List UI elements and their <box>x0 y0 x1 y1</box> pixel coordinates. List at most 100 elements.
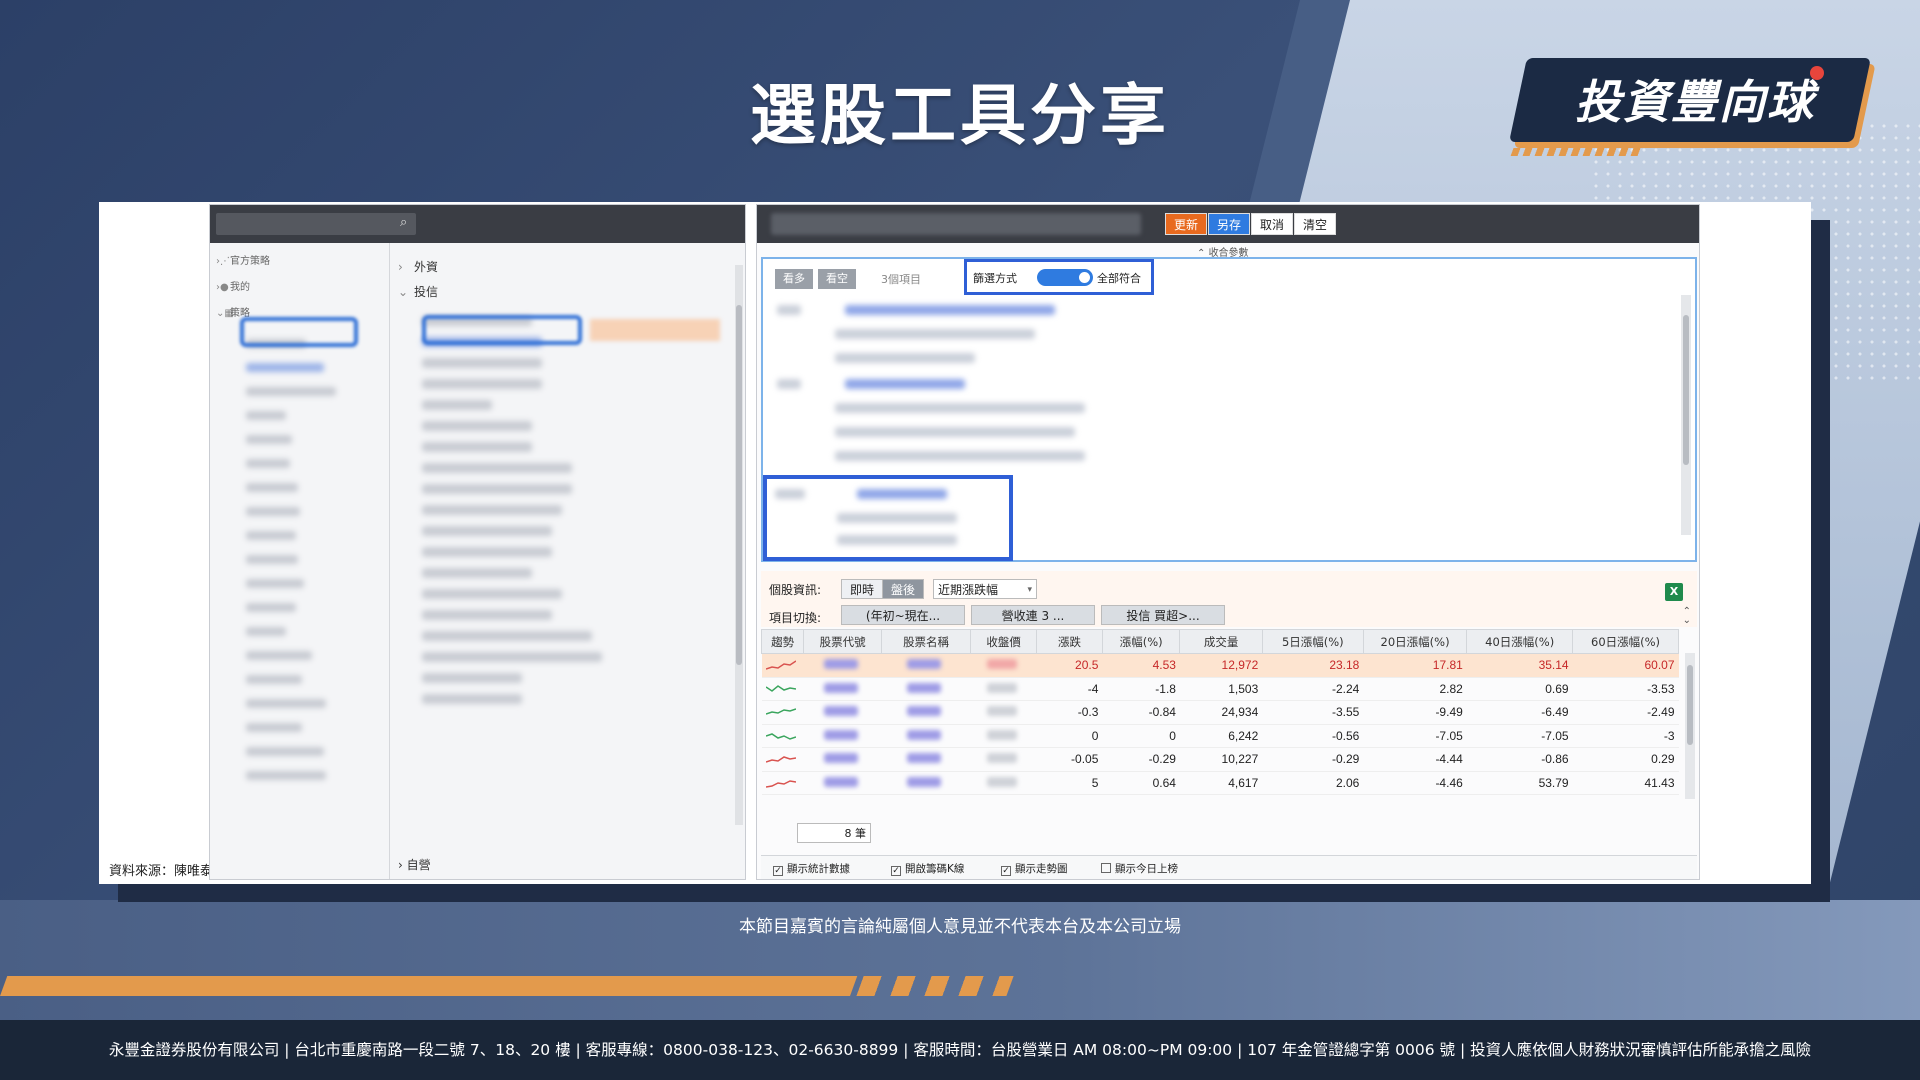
orange-accent-bar <box>0 976 858 996</box>
tree-item-official[interactable]: ›⋰官方策略 <box>210 249 389 275</box>
result-count: 8 筆 <box>797 823 871 843</box>
orange-accent-dashes <box>856 976 1014 996</box>
chevron-down-icon: ⌄ <box>398 285 409 299</box>
logo-dot-icon <box>1810 66 1824 80</box>
realtime-tab[interactable]: 即時 <box>841 579 884 599</box>
checkbox-unchecked-icon <box>1101 863 1111 873</box>
close-price <box>970 653 1037 678</box>
search-icon[interactable]: ⌕ <box>400 215 407 230</box>
share-icon: ›⋰ <box>216 256 230 267</box>
table-row[interactable]: -4 -1.8 1,503 -2.24 2.82 0.69 -3.53 <box>761 677 1679 701</box>
show-stats-checkbox[interactable]: ✓ 顯示統計數據 <box>773 861 850 876</box>
close-price <box>970 677 1037 701</box>
filter-mode-label: 篩選方式 <box>973 272 1017 285</box>
stock-code <box>803 677 882 701</box>
trend-sparkline <box>761 653 804 678</box>
switch-ytd-button[interactable]: (年初~現在... <box>841 605 965 625</box>
table-row[interactable]: -0.3 -0.84 24,934 -3.55 -9.49 -6.49 -2.4… <box>761 700 1679 725</box>
table-header-row: 趨勢 股票代號 股票名稱 收盤價 漲跌 漲幅(%) 成交量 5日漲幅(%) 20… <box>760 629 1679 654</box>
switch-trust-buy-button[interactable]: 投信 買超>... <box>1101 605 1225 625</box>
expand-collapse-icon[interactable]: ⌃ ⌄ <box>1683 607 1691 626</box>
trend-sparkline <box>761 747 804 772</box>
filter-mode-toggle[interactable] <box>1037 269 1093 286</box>
table-row[interactable]: 5 0.64 4,617 2.06 -4.46 53.79 41.43 <box>761 771 1679 795</box>
stock-name <box>881 700 971 725</box>
clear-button[interactable]: 清空 <box>1294 213 1337 235</box>
bullish-pill[interactable]: 看多 <box>775 269 813 289</box>
col-20d[interactable]: 20日漲幅(%) <box>1362 629 1468 654</box>
col-60d[interactable]: 60日漲幅(%) <box>1572 629 1679 654</box>
screener-panel: 更新 另存 取消 清空 ⌃ 收合參數 看多 看空 3個項目 篩選方式 全部符合 <box>756 204 1700 880</box>
group-dealer[interactable]: › 自營 <box>398 856 431 873</box>
selected-strategy-item-highlight <box>422 315 582 345</box>
checkbox-checked-icon: ✓ <box>773 866 783 876</box>
trend-sparkline <box>761 724 804 748</box>
show-trend-checkbox[interactable]: ✓ 顯示走勢圖 <box>1001 861 1068 876</box>
stock-name <box>881 653 971 678</box>
stock-code <box>803 700 882 725</box>
chip-kline-checkbox[interactable]: ✓ 開啟籌碼K線 <box>891 861 964 876</box>
table-row[interactable]: 0 0 6,242 -0.56 -7.05 -7.05 -3 <box>761 724 1679 748</box>
col-volume[interactable]: 成交量 <box>1179 629 1263 654</box>
show-today-checkbox[interactable]: 顯示今日上榜 <box>1101 861 1178 876</box>
save-as-button[interactable]: 另存 <box>1208 213 1251 235</box>
logo-text: 投資豐向球 <box>1575 75 1815 129</box>
item-switch-label: 項目切換: <box>769 611 822 625</box>
selected-strategy-highlight <box>240 317 358 347</box>
grid-icon: ⌄▦ <box>216 308 234 319</box>
stock-name <box>881 677 971 701</box>
cancel-button[interactable]: 取消 <box>1251 213 1294 235</box>
logo-dashes <box>1510 148 1644 156</box>
chevron-right-icon: › <box>398 260 403 274</box>
stock-name <box>881 771 971 795</box>
col-pct[interactable]: 漲幅(%) <box>1101 629 1181 654</box>
results-table: 趨勢 股票代號 股票名稱 收盤價 漲跌 漲幅(%) 成交量 5日漲幅(%) 20… <box>760 629 1679 795</box>
item-count: 3個項目 <box>881 273 921 286</box>
tree-item-mine[interactable]: ›●我的 <box>210 275 389 301</box>
strategy-search-input[interactable] <box>216 213 416 235</box>
close-price <box>970 771 1037 795</box>
table-row[interactable]: 20.5 4.53 12,972 23.18 17.81 35.14 60.07 <box>761 653 1679 678</box>
period-dropdown[interactable]: 近期漲跌幅 ▾ <box>933 579 1037 599</box>
switch-revenue-button[interactable]: 營收連 3 ... <box>971 605 1095 625</box>
filter-mode-value: 全部符合 <box>1097 272 1141 285</box>
strategy-name-blurred <box>771 213 1141 235</box>
bearish-pill[interactable]: 看空 <box>818 269 856 289</box>
disclaimer: 本節目嘉賓的言論純屬個人意見並不代表本台及本公司立場 <box>739 917 1181 937</box>
stock-code <box>803 653 882 678</box>
conditions-area: 看多 看空 3個項目 篩選方式 全部符合 <box>761 257 1697 562</box>
footer-info: 永豐金證券股份有限公司 | 台北市重慶南路一段二號 7、18、20 樓 | 客服… <box>0 1020 1920 1080</box>
chevron-right-icon: › <box>398 858 403 872</box>
group-foreign[interactable]: › 外資 <box>392 255 735 280</box>
user-icon: ›● <box>216 282 229 293</box>
left-scrollbar[interactable] <box>735 265 743 825</box>
checkbox-checked-icon: ✓ <box>1001 866 1011 876</box>
col-40d[interactable]: 40日漲幅(%) <box>1466 629 1574 654</box>
stock-code <box>803 771 882 795</box>
stock-info-label: 個股資訊: <box>769 583 822 597</box>
trend-sparkline <box>761 700 804 725</box>
stock-name <box>881 747 971 772</box>
excel-export-icon[interactable]: X <box>1665 583 1683 601</box>
col-code[interactable]: 股票代號 <box>803 629 882 654</box>
col-name[interactable]: 股票名稱 <box>880 629 972 654</box>
group-trust[interactable]: ⌄ 投信 <box>392 280 735 305</box>
table-scrollbar[interactable] <box>1685 653 1695 799</box>
stock-code <box>803 724 882 748</box>
checkbox-checked-icon: ✓ <box>891 866 901 876</box>
update-button[interactable]: 更新 <box>1165 213 1208 235</box>
close-price <box>970 700 1037 725</box>
conditions-scrollbar[interactable] <box>1681 295 1691 535</box>
col-close[interactable]: 收盤價 <box>970 629 1038 654</box>
after-hours-tab[interactable]: 盤後 <box>882 579 925 599</box>
stock-code <box>803 747 882 772</box>
display-options: ✓ 顯示統計數據 ✓ 開啟籌碼K線 ✓ 顯示走勢圖 顯示今日上榜 <box>761 855 1697 879</box>
col-change[interactable]: 漲跌 <box>1036 629 1103 654</box>
trend-sparkline <box>761 677 804 701</box>
chevron-down-icon: ▾ <box>1027 585 1032 595</box>
col-5d[interactable]: 5日漲幅(%) <box>1261 629 1364 654</box>
table-row[interactable]: -0.05 -0.29 10,227 -0.29 -4.44 -0.86 0.2… <box>761 747 1679 772</box>
col-trend[interactable]: 趨勢 <box>760 629 805 654</box>
screenshot-frame: 資料來源：陳唯泰 提供 ⌕ ›⋰官方策略 ›●我的 ⌄▦策略 › 外資 ⌄ 投信… <box>99 202 1811 884</box>
highlighted-condition <box>763 475 1013 561</box>
